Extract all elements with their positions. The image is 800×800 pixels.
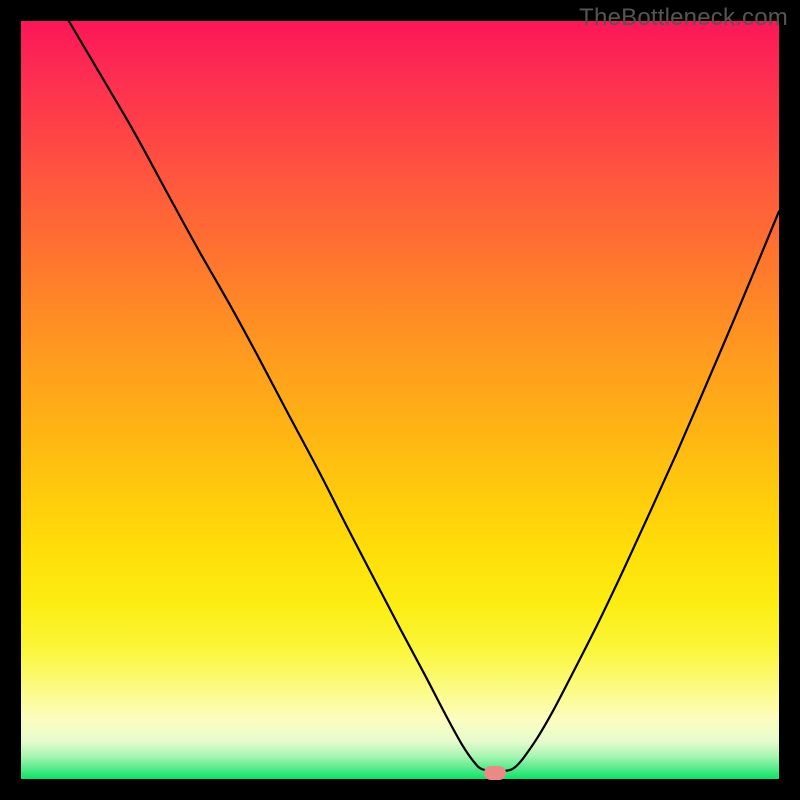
bottleneck-curve xyxy=(21,21,779,779)
watermark-text: TheBottleneck.com xyxy=(579,4,788,32)
plot-area xyxy=(21,21,779,779)
optimum-marker xyxy=(484,766,506,780)
chart-frame: TheBottleneck.com xyxy=(0,0,800,800)
